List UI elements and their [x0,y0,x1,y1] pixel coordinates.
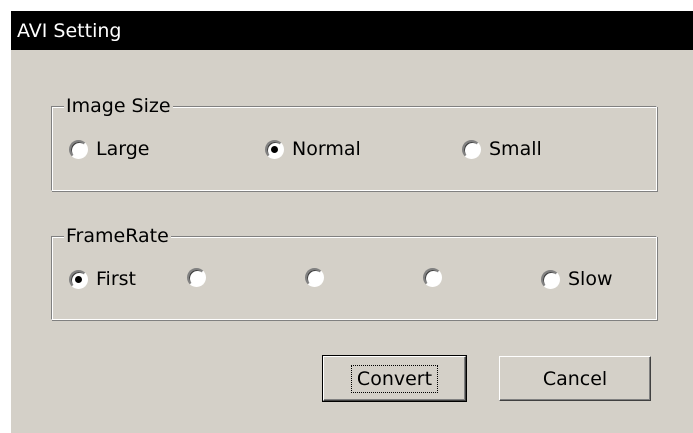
radio-label-small: Small [489,138,542,160]
radio-circle-icon [69,139,88,159]
radio-frame-rate-4[interactable] [423,268,450,287]
radio-circle-icon [423,268,442,287]
radio-circle-icon [462,139,481,159]
radio-circle-icon [541,269,560,289]
image-size-legend: Image Size [64,94,173,118]
frame-rate-group: FrameRate First Slow [51,224,657,320]
cancel-button-label: Cancel [542,367,608,390]
title-bar[interactable]: AVI Setting [11,11,693,50]
radio-label-first: First [96,268,136,290]
radio-label-normal: Normal [292,138,361,160]
radio-circle-checked-icon [265,139,284,159]
radio-label-slow: Slow [568,268,613,290]
radio-label-large: Large [96,138,150,160]
image-size-group: Image Size Large Normal Small [51,94,657,191]
frame-rate-legend: FrameRate [64,224,171,248]
convert-button[interactable]: Convert [322,355,467,402]
radio-circle-checked-icon [69,269,88,289]
radio-frame-rate-2[interactable] [187,268,214,287]
radio-image-size-large[interactable]: Large [69,138,149,160]
convert-button-label: Convert [350,364,439,393]
radio-image-size-normal[interactable]: Normal [265,138,361,160]
cancel-button[interactable]: Cancel [499,356,651,401]
radio-image-size-small[interactable]: Small [462,138,542,160]
radio-circle-icon [305,268,324,287]
avi-setting-dialog: AVI Setting Image Size Large Normal Smal… [11,11,693,433]
radio-frame-rate-first[interactable]: First [69,268,136,290]
radio-frame-rate-slow[interactable]: Slow [541,268,613,290]
radio-frame-rate-3[interactable] [305,268,332,287]
window-title: AVI Setting [17,20,122,42]
radio-circle-icon [187,268,206,287]
